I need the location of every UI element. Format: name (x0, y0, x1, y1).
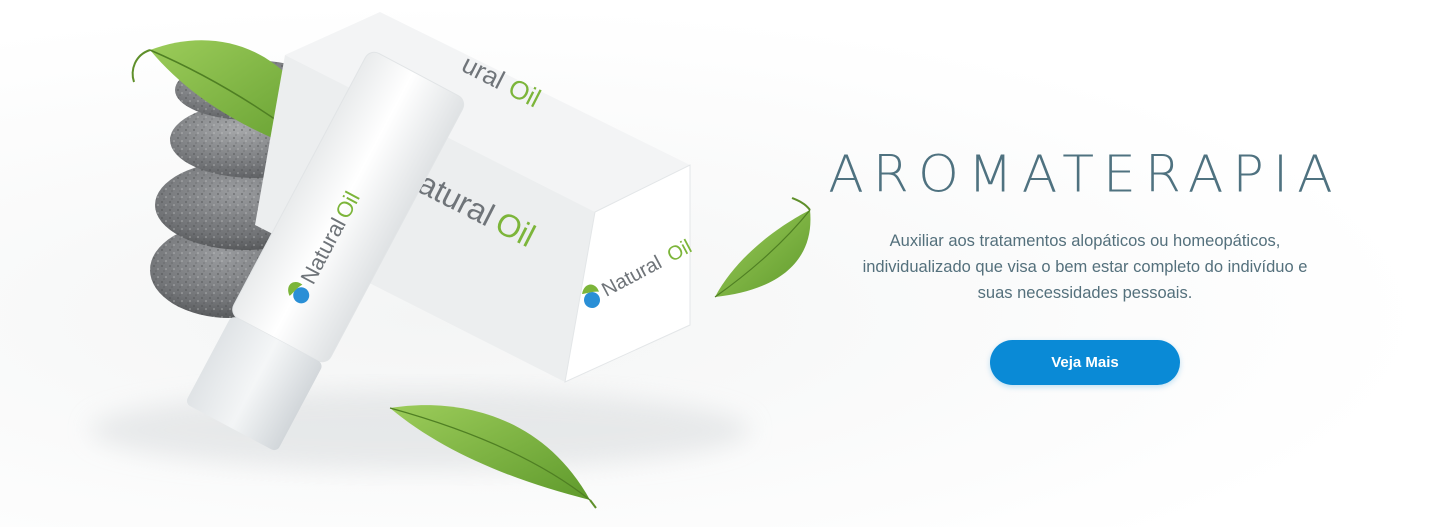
hero-banner: Natural Oil Natural Oil ural Oil Natural… (0, 0, 1440, 527)
hero-title: Aromaterapia (828, 145, 1342, 205)
hero-description: Auxiliar aos tratamentos alopáticos ou h… (862, 232, 1308, 302)
product-scene-image: Natural Oil Natural Oil ural Oil Natural… (90, 12, 811, 509)
leaf-right (714, 197, 811, 298)
veja-mais-button[interactable]: Veja Mais (990, 340, 1180, 385)
hero-content: Aromaterapia Auxiliar aos tratamentos al… (820, 140, 1350, 385)
